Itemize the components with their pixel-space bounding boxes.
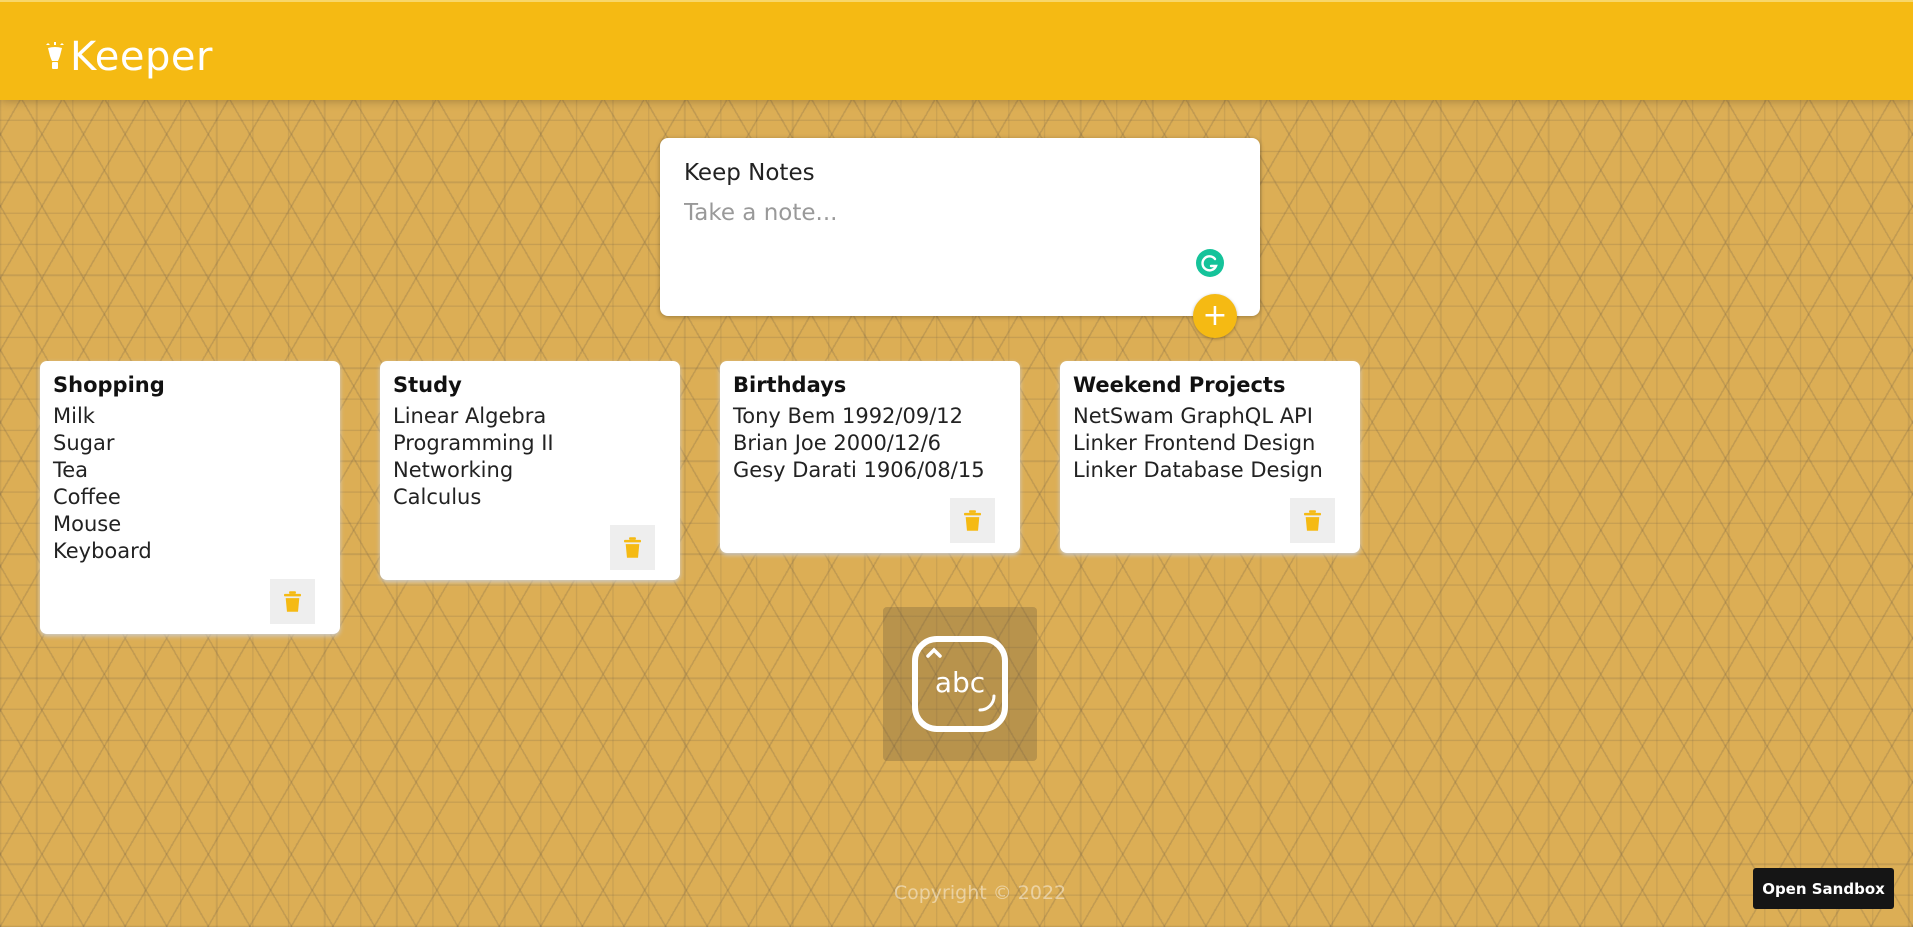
- open-sandbox-button[interactable]: Open Sandbox: [1753, 868, 1894, 909]
- trash-icon: [964, 510, 981, 531]
- note-card: Birthdays Tony Bem 1992/09/12 Brian Joe …: [720, 361, 1020, 553]
- lightbulb-icon: [46, 42, 64, 69]
- add-note-button[interactable]: +: [1193, 294, 1237, 338]
- note-title: Birthdays: [733, 373, 847, 397]
- note-item: Tony Bem 1992/09/12: [733, 404, 964, 428]
- grammarly-g-glyph: [1201, 255, 1218, 272]
- note-content-input[interactable]: [684, 200, 1204, 226]
- trash-icon: [1304, 510, 1321, 531]
- note-item: Linear Algebra: [393, 404, 547, 428]
- delete-note-button[interactable]: [270, 579, 315, 624]
- note-item: Linker Database Design: [1073, 458, 1323, 482]
- trash-icon: [624, 537, 641, 558]
- note-item: Calculus: [393, 485, 482, 509]
- input-method-indicator: abc: [883, 607, 1037, 761]
- input-method-label: abc: [935, 666, 985, 699]
- delete-note-button[interactable]: [610, 525, 655, 570]
- note-title: Weekend Projects: [1073, 373, 1286, 397]
- brand-name: Keeper: [70, 34, 213, 80]
- note-card: Shopping Milk Sugar Tea Coffee Mouse Key…: [40, 361, 340, 634]
- note-card: Weekend Projects NetSwam GraphQL API Lin…: [1060, 361, 1360, 553]
- create-note-form: Keep Notes: [660, 138, 1260, 316]
- note-item: Linker Frontend Design: [1073, 431, 1316, 455]
- note-title: Study: [393, 373, 462, 397]
- note-item: NetSwam GraphQL API: [1073, 404, 1313, 428]
- delete-note-button[interactable]: [950, 498, 995, 543]
- app-header: Keeper: [0, 0, 1913, 100]
- create-note-title[interactable]: Keep Notes: [684, 160, 1236, 186]
- note-item: Gesy Darati 1906/08/15: [733, 458, 985, 482]
- grammarly-icon[interactable]: [1196, 249, 1224, 277]
- note-title: Shopping: [53, 373, 165, 397]
- note-item: Coffee: [53, 485, 121, 509]
- note-item: Mouse: [53, 512, 122, 536]
- trash-icon: [284, 591, 301, 612]
- note-item: Sugar: [53, 431, 115, 455]
- input-method-icon: abc: [912, 636, 1008, 732]
- note-item: Tea: [53, 458, 89, 482]
- delete-note-button[interactable]: [1290, 498, 1335, 543]
- note-item: Networking: [393, 458, 514, 482]
- plus-icon: +: [1202, 298, 1228, 333]
- note-item: Milk: [53, 404, 95, 428]
- note-card: Study Linear Algebra Programming II Netw…: [380, 361, 680, 580]
- note-item: Brian Joe 2000/12/6: [733, 431, 942, 455]
- note-item: Programming II: [393, 431, 554, 455]
- note-item: Keyboard: [53, 539, 152, 563]
- app-logo: Keeper: [44, 34, 213, 80]
- copyright-footer: Copyright © 2022: [893, 882, 1067, 904]
